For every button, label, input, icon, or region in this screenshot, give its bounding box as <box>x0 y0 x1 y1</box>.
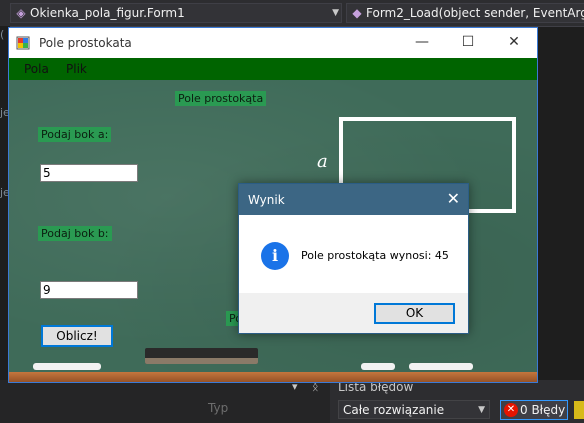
close-button[interactable]: ✕ <box>491 28 537 58</box>
chalk-stick <box>361 363 395 370</box>
chalk-stick <box>33 363 101 370</box>
method-icon: ◆ <box>352 6 362 20</box>
method-dropdown-value: Form2_Load(object sender, EventArgs e) <box>366 6 584 20</box>
method-dropdown[interactable]: ◆ Form2_Load(object sender, EventArgs e) <box>346 3 584 23</box>
close-icon[interactable]: ✕ <box>447 189 460 208</box>
chevron-down-icon: ▼ <box>332 8 339 18</box>
menu-item-plik[interactable]: Plik <box>66 62 87 76</box>
code-fragment: ( <box>0 28 5 41</box>
scope-dropdown[interactable]: Całe rozwiązanie ▼ <box>338 400 490 419</box>
chevron-down-icon: ▼ <box>478 405 485 415</box>
side-b-input[interactable]: 9 <box>40 281 138 299</box>
minimize-button[interactable]: — <box>399 28 445 58</box>
menu-item-pola[interactable]: Pola <box>24 62 49 76</box>
form-title: Pole prostokata <box>39 36 132 50</box>
ok-button[interactable]: OK <box>374 303 455 324</box>
ide-navigation-bar: ◈ Okienka_pola_figur.Form1 ▼ ◆ Form2_Load(… <box>0 0 584 27</box>
form-titlebar[interactable]: Pole prostokata — ☐ ✕ <box>9 28 537 58</box>
errors-filter-button[interactable]: ✕ 0 Błędy <box>500 400 568 420</box>
chalk-stick <box>409 363 473 370</box>
side-a-label: Podaj bok a: <box>38 127 112 142</box>
class-icon: ◈ <box>16 6 26 20</box>
scope-dropdown-value: Całe rozwiązanie <box>343 403 445 417</box>
maximize-button[interactable]: ☐ <box>445 28 491 58</box>
board-eraser <box>145 348 258 364</box>
app-icon <box>16 36 30 50</box>
column-header-type[interactable]: Typ <box>208 401 228 415</box>
heading-label: Pole prostokąta <box>175 91 267 106</box>
dialog-title: Wynik <box>248 193 285 207</box>
warnings-filter-button[interactable] <box>574 401 584 419</box>
menu-bar: Pola Plik <box>9 58 537 80</box>
side-a-input[interactable]: 5 <box>40 164 138 182</box>
calculate-button[interactable]: Oblicz! <box>41 325 113 347</box>
side-b-label: Podaj bok b: <box>38 226 112 241</box>
figure-side-label: a <box>317 151 328 172</box>
error-list-panel: Typ ▾ ᛝ Lista błędów Całe rozwiązanie ▼ … <box>0 380 584 423</box>
result-dialog: Wynik ✕ i Pole prostokąta wynosi: 45 OK <box>238 183 469 334</box>
info-icon: i <box>261 242 289 270</box>
error-icon: ✕ <box>504 403 518 417</box>
errors-count-label: 0 Błędy <box>520 403 566 417</box>
class-dropdown[interactable]: ◈ Okienka_pola_figur.Form1 ▼ <box>10 3 342 23</box>
dialog-titlebar[interactable]: Wynik ✕ <box>239 184 468 215</box>
chalk-ledge <box>9 372 537 382</box>
dialog-message: Pole prostokąta wynosi: 45 <box>301 249 449 262</box>
class-dropdown-value: Okienka_pola_figur.Form1 <box>30 6 185 20</box>
output-panel: Typ ▾ ᛝ <box>0 380 330 423</box>
